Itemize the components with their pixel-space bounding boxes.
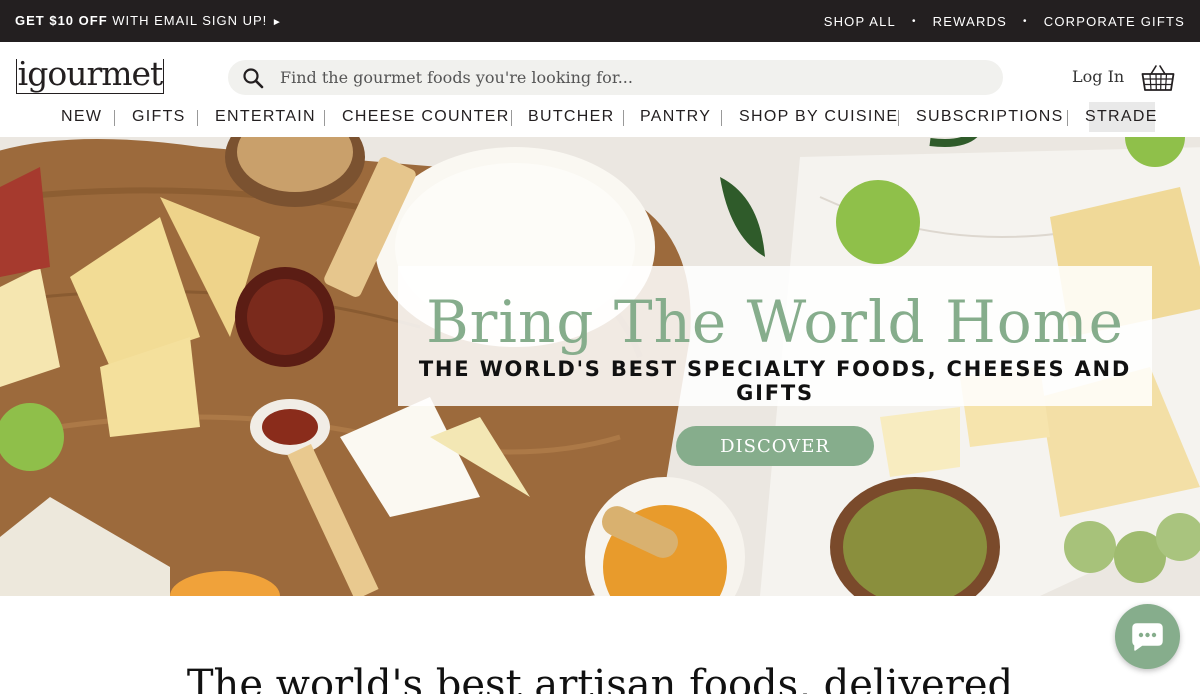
discover-button[interactable]: DISCOVER: [676, 426, 874, 466]
section-heading: The world's best artisan foods, delivere…: [186, 662, 1014, 694]
search-icon[interactable]: [242, 67, 264, 89]
play-arrow-icon: ►: [271, 17, 283, 28]
shop-all-link[interactable]: SHOP ALL: [824, 14, 896, 29]
rewards-link[interactable]: REWARDS: [933, 14, 1007, 29]
nav-divider: [197, 110, 198, 126]
nav-item-cheese-counter[interactable]: CHEESE COUNTER: [342, 108, 510, 126]
nav-item-entertain[interactable]: ENTERTAIN: [215, 108, 316, 126]
logo-text: igourmet: [17, 53, 164, 93]
chat-icon: [1132, 623, 1163, 651]
nav-item-gifts[interactable]: GIFTS: [132, 108, 186, 126]
nav-divider: [721, 110, 722, 126]
search-bar: [228, 60, 1003, 95]
logo[interactable]: igourmet: [16, 53, 164, 94]
separator-dot: •: [1023, 16, 1028, 27]
promo-bar: GET $10 OFF WITH EMAIL SIGN UP! ► SHOP A…: [0, 0, 1200, 42]
nav-item-shop-by-cuisine[interactable]: SHOP BY CUISINE: [739, 108, 898, 126]
search-input[interactable]: [280, 60, 980, 95]
nav-divider: [1067, 110, 1068, 126]
nav-item-new[interactable]: NEW: [61, 108, 102, 126]
nav-divider: [324, 110, 325, 126]
main-nav: NEW GIFTS ENTERTAIN CHEESE COUNTER BUTCH…: [0, 102, 1200, 132]
nav-item-pantry[interactable]: PANTRY: [640, 108, 711, 126]
signup-bold: GET $10 OFF: [15, 13, 108, 28]
nav-divider: [898, 110, 899, 126]
chat-button[interactable]: [1115, 604, 1180, 669]
nav-divider: [511, 110, 512, 126]
utility-links: SHOP ALL • REWARDS • CORPORATE GIFTS: [824, 14, 1185, 29]
hero-banner: Bring The World Home THE WORLD'S BEST SP…: [0, 137, 1200, 596]
signup-text: WITH EMAIL SIGN UP!: [112, 13, 268, 28]
corporate-gifts-link[interactable]: CORPORATE GIFTS: [1044, 14, 1185, 29]
login-link[interactable]: Log In: [1072, 67, 1124, 86]
email-signup-link[interactable]: GET $10 OFF WITH EMAIL SIGN UP! ►: [15, 13, 283, 28]
hero-title: Bring The World Home: [426, 288, 1124, 356]
nav-item-subscriptions[interactable]: SUBSCRIPTIONS: [916, 108, 1064, 126]
nav-item-butcher[interactable]: BUTCHER: [528, 108, 614, 126]
basket-icon[interactable]: [1141, 63, 1175, 93]
separator-dot: •: [911, 16, 917, 27]
nav-item-trade[interactable]: STRADE: [1085, 108, 1158, 126]
hero-text-panel: Bring The World Home THE WORLD'S BEST SP…: [398, 266, 1152, 406]
nav-divider: [114, 110, 115, 126]
nav-divider: [623, 110, 624, 126]
hero-subtitle: THE WORLD'S BEST SPECIALTY FOODS, CHEESE…: [418, 357, 1132, 405]
